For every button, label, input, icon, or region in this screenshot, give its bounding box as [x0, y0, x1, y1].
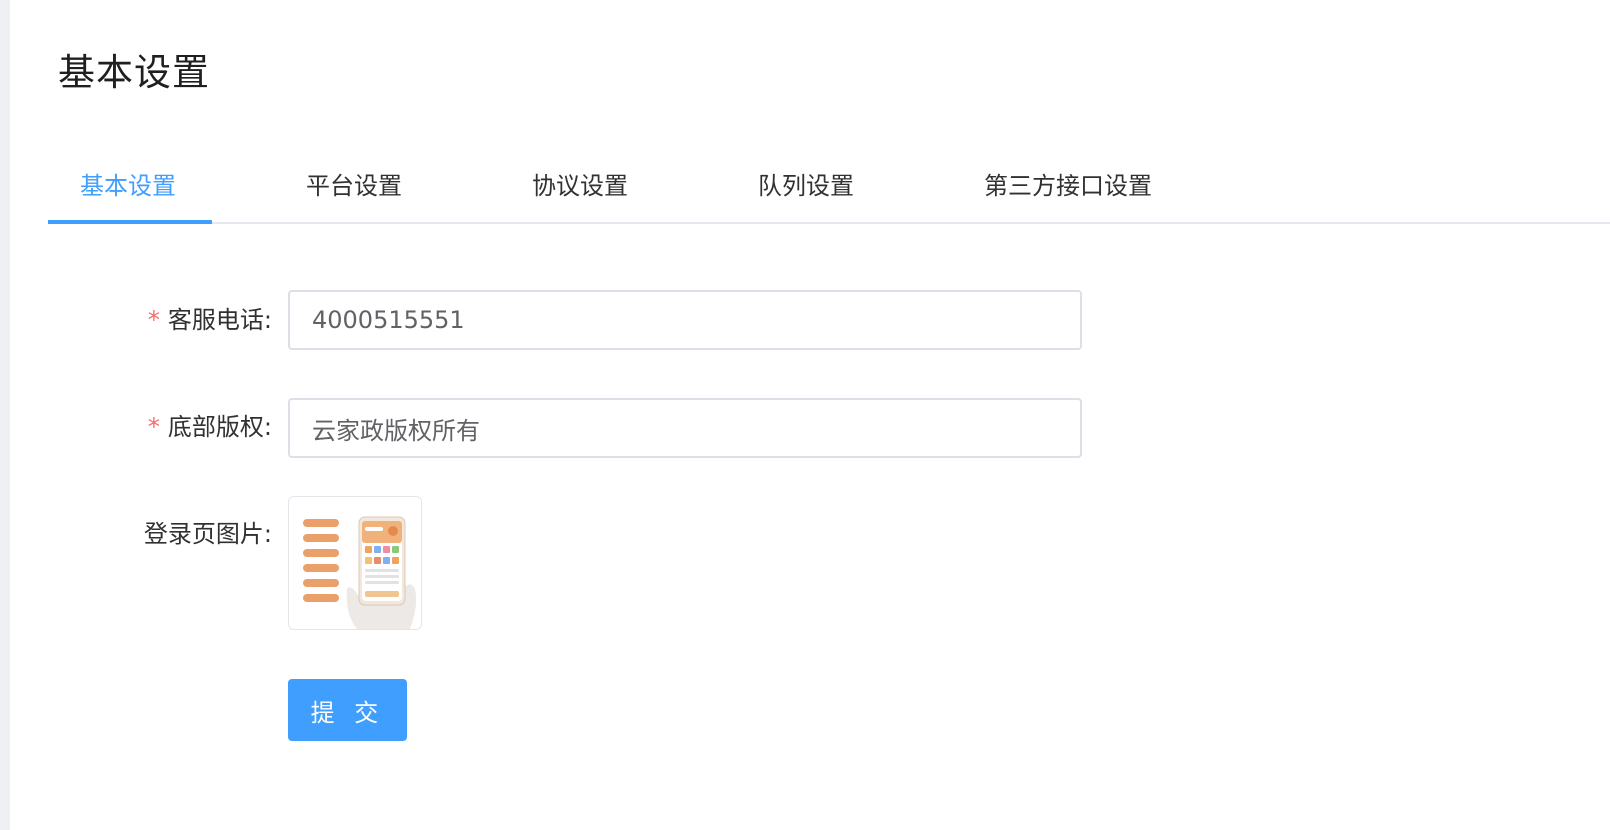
phone-input[interactable]: [288, 290, 1082, 350]
login-image-preview: [289, 497, 421, 629]
tab-agreement-settings[interactable]: 协议设置: [532, 168, 628, 204]
required-mark: *: [147, 413, 160, 441]
login-image-thumbnail[interactable]: [288, 496, 422, 630]
copyright-label: 底部版权:: [167, 413, 272, 441]
tab-third-party-api-settings[interactable]: 第三方接口设置: [984, 168, 1152, 204]
login-image-label: 登录页图片:: [143, 520, 272, 548]
phone-label: 客服电话:: [167, 306, 272, 334]
tab-basic-settings[interactable]: 基本设置: [80, 168, 176, 204]
required-mark: *: [147, 306, 160, 334]
tab-platform-settings[interactable]: 平台设置: [306, 168, 402, 204]
settings-tabs: 基本设置 平台设置 协议设置 队列设置 第三方接口设置: [48, 158, 1610, 224]
phone-label-row: * 客服电话:: [148, 303, 272, 337]
copyright-input[interactable]: [288, 398, 1082, 458]
settings-panel: 基本设置 基本设置 平台设置 协议设置 队列设置 第三方接口设置 * 客服电话: …: [10, 0, 1610, 830]
submit-button[interactable]: 提 交: [288, 679, 407, 741]
active-tab-indicator: [48, 220, 212, 224]
left-edge-strip: [0, 0, 10, 830]
tab-queue-settings[interactable]: 队列设置: [758, 168, 854, 204]
page-title: 基本设置: [58, 51, 210, 94]
copyright-label-row: * 底部版权:: [148, 410, 272, 444]
